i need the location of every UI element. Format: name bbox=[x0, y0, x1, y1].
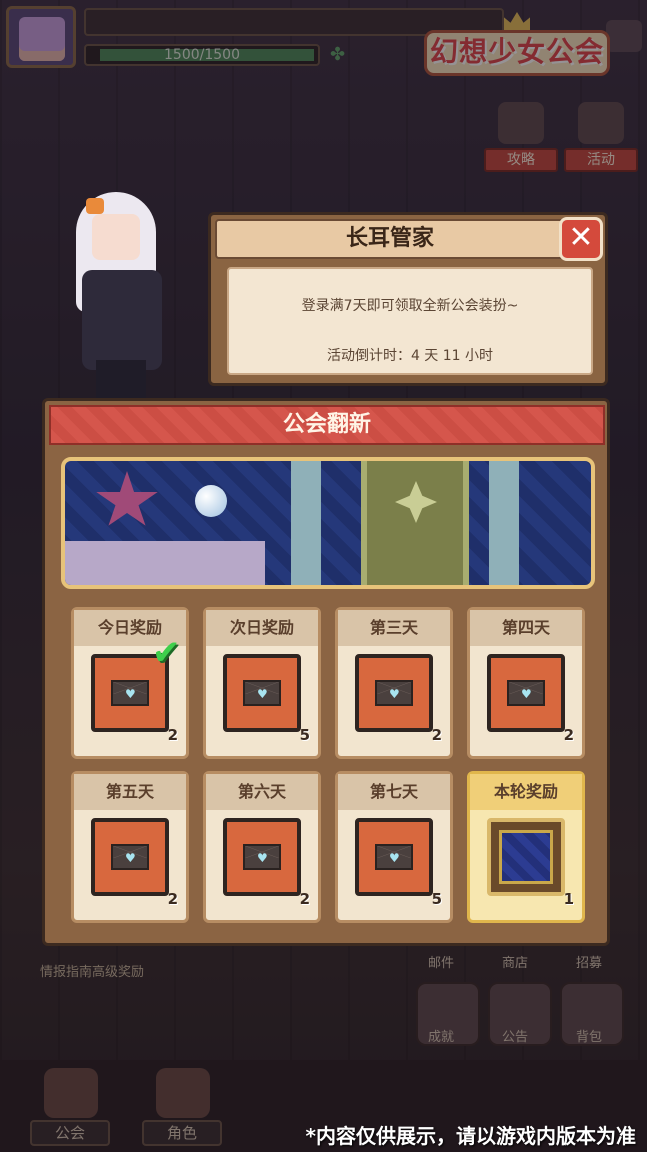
envelope-icon: ♥ bbox=[111, 680, 149, 706]
character-legs bbox=[96, 360, 146, 400]
event-countdown: 活动倒计时：4 天 11 小时 bbox=[326, 348, 494, 364]
envelope-icon: ♥ bbox=[243, 680, 281, 706]
heart-icon: ♥ bbox=[125, 851, 136, 865]
reward-day-label: 本轮奖励 bbox=[470, 774, 582, 810]
reward-count: 2 bbox=[563, 726, 574, 744]
reward-item-slot: ♥ bbox=[355, 654, 433, 732]
panel-title: 公会翻新 bbox=[49, 405, 605, 445]
carrot-hairpin-icon bbox=[86, 198, 104, 214]
dialog-body: 登录满7天即可领取全新公会装扮~ 活动倒计时：4 天 11 小时 bbox=[227, 267, 593, 375]
reward-card-day2[interactable]: 次日奖励 ♥ 5 bbox=[203, 607, 321, 759]
reward-day-label: 第三天 bbox=[338, 610, 450, 646]
reward-item-slot: ♥ bbox=[355, 818, 433, 896]
reward-card-day1[interactable]: 今日奖励 ♥ 2 ✔ bbox=[71, 607, 189, 759]
reward-count: 2 bbox=[299, 890, 310, 908]
reward-card-day3[interactable]: 第三天 ♥ 2 bbox=[335, 607, 453, 759]
reward-day-label: 第七天 bbox=[338, 774, 450, 810]
reward-item-slot: ♥ bbox=[223, 654, 301, 732]
heart-icon: ♥ bbox=[257, 687, 268, 701]
envelope-icon: ♥ bbox=[111, 844, 149, 870]
reward-count: 5 bbox=[299, 726, 310, 744]
reward-card-day7[interactable]: 第七天 ♥ 5 bbox=[335, 771, 453, 923]
banner-pillar-right bbox=[489, 461, 519, 585]
reward-item-slot: ♥ bbox=[487, 654, 565, 732]
heart-icon: ♥ bbox=[389, 851, 400, 865]
heart-icon: ♥ bbox=[257, 851, 268, 865]
reward-day-label: 第五天 bbox=[74, 774, 186, 810]
crystal-ball-icon bbox=[195, 485, 227, 517]
envelope-icon: ♥ bbox=[507, 680, 545, 706]
disclaimer-text: *内容仅供展示，请以游戏内版本为准 bbox=[305, 1124, 636, 1148]
reward-count: 5 bbox=[431, 890, 442, 908]
reward-item-slot: ♥ bbox=[223, 818, 301, 896]
reward-grid: 今日奖励 ♥ 2 ✔ 次日奖励 ♥ 5 第三天 ♥ 2 第四天 ♥ 2 第五天 … bbox=[71, 607, 587, 927]
reward-card-day6[interactable]: 第六天 ♥ 2 bbox=[203, 771, 321, 923]
envelope-icon: ♥ bbox=[375, 844, 413, 870]
npc-dialog: 长耳管家 ✕ 登录满7天即可领取全新公会装扮~ 活动倒计时：4 天 11 小时 bbox=[208, 212, 608, 386]
reward-item-slot: ♥ bbox=[91, 818, 169, 896]
reward-count: 2 bbox=[167, 726, 178, 744]
claimed-check-icon: ✔ bbox=[152, 633, 181, 673]
heart-icon: ♥ bbox=[521, 687, 532, 701]
framed-gem-icon bbox=[499, 830, 553, 884]
reward-count: 1 bbox=[563, 890, 574, 908]
reward-day-label: 第四天 bbox=[470, 610, 582, 646]
banner-door bbox=[361, 461, 469, 585]
character-face bbox=[92, 214, 140, 260]
guild-renovation-panel: 公会翻新 今日奖励 ♥ 2 ✔ 次日奖励 ♥ 5 第三天 ♥ 2 第四天 ♥ 2 bbox=[42, 398, 610, 946]
reward-count: 2 bbox=[431, 726, 442, 744]
reward-day-label: 次日奖励 bbox=[206, 610, 318, 646]
reward-count: 2 bbox=[167, 890, 178, 908]
heart-icon: ♥ bbox=[125, 687, 136, 701]
reward-card-round[interactable]: 本轮奖励 1 bbox=[467, 771, 585, 923]
dialog-title: 长耳管家 bbox=[215, 219, 565, 259]
reward-card-day5[interactable]: 第五天 ♥ 2 bbox=[71, 771, 189, 923]
door-emblem-icon bbox=[395, 481, 437, 523]
close-button[interactable]: ✕ bbox=[559, 217, 603, 261]
character-body bbox=[82, 270, 162, 370]
reward-item-slot bbox=[487, 818, 565, 896]
reward-card-day4[interactable]: 第四天 ♥ 2 bbox=[467, 607, 585, 759]
banner-stage bbox=[65, 541, 265, 585]
heart-icon: ♥ bbox=[389, 687, 400, 701]
butler-character bbox=[52, 180, 202, 400]
envelope-icon: ♥ bbox=[243, 844, 281, 870]
guild-preview-banner bbox=[61, 457, 595, 589]
banner-pillar-left bbox=[291, 461, 321, 585]
envelope-icon: ♥ bbox=[375, 680, 413, 706]
dialog-message: 登录满7天即可领取全新公会装扮~ bbox=[301, 298, 519, 314]
reward-day-label: 第六天 bbox=[206, 774, 318, 810]
